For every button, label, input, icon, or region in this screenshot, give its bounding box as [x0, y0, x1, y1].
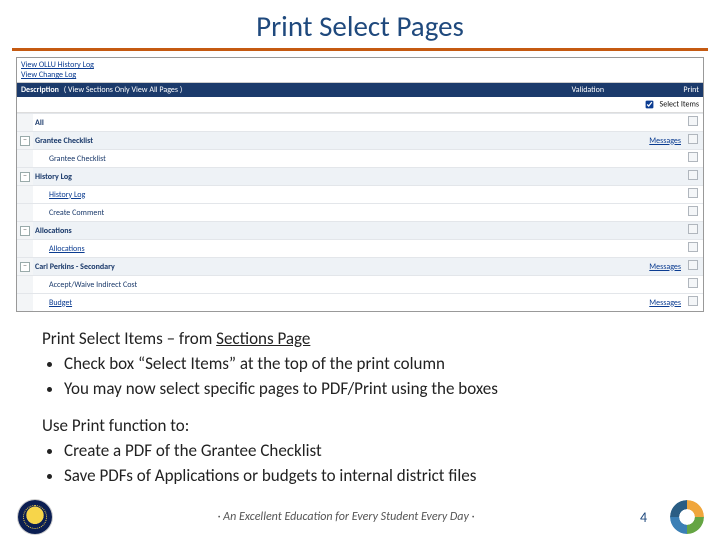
- table-row: −Carl Perkins - SecondaryMessages: [17, 258, 703, 276]
- row-print-checkbox[interactable]: [683, 240, 703, 258]
- row-print-checkbox[interactable]: [683, 132, 703, 150]
- row-validation: [505, 150, 683, 168]
- row-validation: [505, 222, 683, 240]
- table-row: −Allocations: [17, 222, 703, 240]
- row-validation: [505, 186, 683, 204]
- row-label[interactable]: Budget: [33, 294, 505, 312]
- row-validation: [505, 114, 683, 132]
- footer-tagline: · An Excellent Education for Every Stude…: [52, 510, 640, 524]
- section-table: All−Grantee ChecklistMessagesGrantee Che…: [17, 113, 703, 311]
- footer: · An Excellent Education for Every Stude…: [0, 500, 720, 534]
- row-label: All: [33, 114, 505, 132]
- select-items-label: Select Items: [660, 99, 699, 109]
- row-label: History Log: [33, 168, 505, 186]
- bullet-list-1: Check box “Select Items” at the top of t…: [42, 353, 674, 401]
- page-number: 4: [640, 509, 670, 526]
- toggle-cell: [17, 276, 33, 294]
- row-label: Create Comment: [33, 204, 505, 222]
- history-links: View OLLU History Log View Change Log: [17, 58, 703, 83]
- row-print-checkbox[interactable]: [683, 294, 703, 312]
- row-print-checkbox[interactable]: [683, 276, 703, 294]
- row-validation: [505, 204, 683, 222]
- row-print-checkbox[interactable]: [683, 222, 703, 240]
- list-item: Save PDFs of Applications or budgets to …: [64, 465, 674, 488]
- table-row: Accept/Waive Indirect Cost: [17, 276, 703, 294]
- view-change-log-link[interactable]: View Change Log: [21, 70, 699, 80]
- table-row: Allocations: [17, 240, 703, 258]
- subnav-links[interactable]: ( View Sections Only View All Pages ): [64, 85, 183, 95]
- table-row: Create Comment: [17, 204, 703, 222]
- row-label[interactable]: History Log: [33, 186, 505, 204]
- toggle-cell[interactable]: −: [17, 222, 33, 240]
- swirl-logo-icon: [670, 500, 704, 534]
- toggle-cell: [17, 186, 33, 204]
- toggle-cell: [17, 204, 33, 222]
- toggle-cell: [17, 294, 33, 312]
- view-history-link[interactable]: View OLLU History Log: [21, 60, 699, 70]
- row-validation: [505, 168, 683, 186]
- table-row: −Grantee ChecklistMessages: [17, 132, 703, 150]
- row-validation[interactable]: Messages: [505, 132, 683, 150]
- col-description: Description: [21, 85, 59, 95]
- row-label: Accept/Waive Indirect Cost: [33, 276, 505, 294]
- row-print-checkbox[interactable]: [683, 204, 703, 222]
- lead-text: Print Select Items – from: [42, 328, 216, 349]
- education-logo-icon: [18, 500, 52, 534]
- list-item: Check box “Select Items” at the top of t…: [64, 353, 674, 376]
- table-header: Description ( View Sections Only View Al…: [17, 83, 703, 97]
- row-print-checkbox[interactable]: [683, 114, 703, 132]
- row-validation[interactable]: Messages: [505, 294, 683, 312]
- toggle-cell[interactable]: −: [17, 168, 33, 186]
- row-label[interactable]: Allocations: [33, 240, 505, 258]
- table-row: BudgetMessages: [17, 294, 703, 312]
- lead-line-1: Print Select Items – from Sections Page: [42, 328, 674, 351]
- list-item: Create a PDF of the Grantee Checklist: [64, 440, 674, 463]
- row-validation: [505, 276, 683, 294]
- screenshot-panel: View OLLU History Log View Change Log De…: [16, 57, 704, 312]
- toggle-cell: [17, 240, 33, 258]
- row-validation: [505, 240, 683, 258]
- table-row: −History Log: [17, 168, 703, 186]
- bullet-list-2: Create a PDF of the Grantee Checklist Sa…: [42, 440, 674, 488]
- table-row: History Log: [17, 186, 703, 204]
- select-items-checkbox[interactable]: [645, 101, 653, 109]
- body-text: Print Select Items – from Sections Page …: [42, 328, 674, 488]
- row-validation[interactable]: Messages: [505, 258, 683, 276]
- title-divider: [12, 48, 708, 51]
- row-label: Allocations: [33, 222, 505, 240]
- col-validation: Validation: [414, 85, 604, 95]
- page-title: Print Select Pages: [0, 0, 720, 48]
- select-items-row: Select Items: [17, 97, 703, 113]
- row-label: Grantee Checklist: [33, 150, 505, 168]
- row-print-checkbox[interactable]: [683, 150, 703, 168]
- lead-line-2: Use Print function to:: [42, 415, 674, 438]
- toggle-cell: [17, 114, 33, 132]
- row-label: Grantee Checklist: [33, 132, 505, 150]
- lead-underline: Sections Page: [216, 328, 310, 349]
- col-print: Print: [604, 85, 699, 95]
- row-label: Carl Perkins - Secondary: [33, 258, 505, 276]
- table-row: Grantee Checklist: [17, 150, 703, 168]
- toggle-cell[interactable]: −: [17, 258, 33, 276]
- row-print-checkbox[interactable]: [683, 258, 703, 276]
- table-row: All: [17, 114, 703, 132]
- toggle-cell[interactable]: −: [17, 132, 33, 150]
- toggle-cell: [17, 150, 33, 168]
- row-print-checkbox[interactable]: [683, 168, 703, 186]
- list-item: You may now select specific pages to PDF…: [64, 378, 674, 401]
- slide-root: Print Select Pages View OLLU History Log…: [0, 0, 720, 540]
- row-print-checkbox[interactable]: [683, 186, 703, 204]
